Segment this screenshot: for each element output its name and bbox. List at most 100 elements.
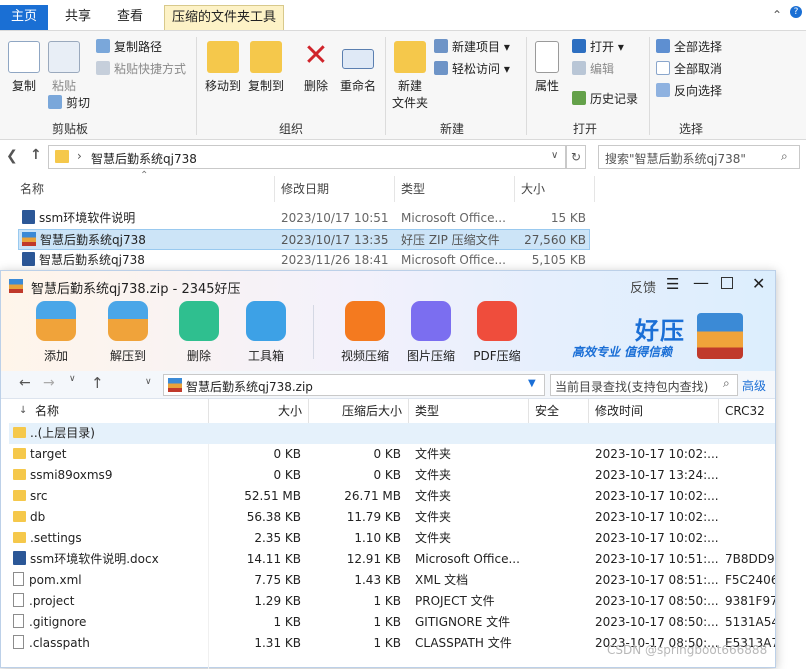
- zip-cell-size: 1 KB: [273, 615, 301, 629]
- zip-column-type[interactable]: 类型: [409, 399, 529, 423]
- extract-to-button[interactable]: 解压到: [96, 301, 160, 364]
- column-size[interactable]: 大小: [521, 180, 545, 197]
- image-compress-button[interactable]: 图片压缩: [399, 301, 463, 364]
- zip-column-size[interactable]: 大小: [209, 399, 309, 423]
- zip-row[interactable]: ssm环境软件说明.docx 14.11 KB 12.91 KB Microsoft …: [9, 549, 775, 570]
- delete-button[interactable]: ✕ 删除: [298, 41, 334, 94]
- new-item-icon: [434, 39, 448, 53]
- path-dropdown-icon[interactable]: ∨: [145, 377, 152, 387]
- zip-row[interactable]: pom.xml 7.75 KB 1.43 KB XML 文档 2023-10-17 08…: [9, 570, 775, 591]
- zip-row-parent-dir[interactable]: ..(上层目录): [9, 423, 775, 444]
- tab-compressed-tools[interactable]: 压缩的文件夹工具: [164, 5, 284, 30]
- select-none-button[interactable]: 全部取消: [656, 59, 722, 79]
- move-to-button[interactable]: 移动到: [203, 41, 243, 94]
- zip-column-crc32[interactable]: CRC32: [719, 399, 775, 423]
- zip-cell-type: 文件夹: [415, 531, 452, 545]
- invert-selection-button[interactable]: 反向选择: [656, 81, 722, 101]
- zip-column-packed[interactable]: 压缩后大小: [309, 399, 409, 423]
- add-button[interactable]: 添加: [24, 301, 88, 364]
- edit-button[interactable]: 编辑: [572, 59, 614, 79]
- forward-arrow-icon[interactable]: →: [43, 375, 55, 391]
- paste-shortcut-button[interactable]: 粘贴快捷方式: [96, 59, 186, 79]
- zip-cell-time: 2023-10-17 10:02:...: [595, 489, 719, 503]
- zip-column-name[interactable]: ↓ 名称: [9, 399, 209, 423]
- zip-column-modified[interactable]: 修改时间: [589, 399, 719, 423]
- path-combo-arrow-icon[interactable]: ▼: [528, 378, 536, 389]
- invert-selection-icon: [656, 83, 670, 97]
- refresh-icon[interactable]: ↻: [566, 145, 586, 169]
- video-compress-button[interactable]: 视频压缩: [333, 301, 397, 364]
- help-icon[interactable]: ?: [790, 6, 802, 18]
- tab-view[interactable]: 查看: [108, 5, 152, 30]
- file-row[interactable]: ssm环境软件说明 2023/10/17 10:51 Microsoft Off…: [18, 208, 590, 229]
- zip-column-security[interactable]: 安全: [529, 399, 589, 423]
- column-date[interactable]: 修改日期: [281, 180, 329, 197]
- zip-path: 智慧后勤系统qj738.zip: [186, 380, 313, 394]
- zip-cell-packed: 12.91 KB: [346, 552, 401, 566]
- ribbon-tabs: 主页 共享 查看 压缩的文件夹工具 ⌃ ?: [0, 0, 806, 30]
- easy-access-button[interactable]: 轻松访问 ▾: [434, 59, 510, 79]
- properties-button[interactable]: 属性: [530, 41, 564, 94]
- copy-path-icon: [96, 39, 110, 53]
- select-all-button[interactable]: 全部选择: [656, 37, 722, 57]
- cut-button[interactable]: 剪切: [48, 93, 90, 113]
- delete-files-button[interactable]: 删除: [167, 301, 231, 364]
- zip-cell-type: 文件夹: [415, 447, 452, 461]
- zip-row[interactable]: .gitignore 1 KB 1 KB GITIGNORE 文件 2023-10-17…: [9, 612, 775, 633]
- search-icon[interactable]: ⌕: [723, 376, 730, 391]
- toolbox-button[interactable]: 工具箱: [234, 301, 298, 364]
- divider: [196, 37, 197, 135]
- file-row[interactable]: 智慧后勤系统qj738 2023/11/26 18:41 Microsoft O…: [18, 250, 590, 271]
- zip-row[interactable]: target 0 KB 0 KB 文件夹 2023-10-17 10:02:...: [9, 444, 775, 465]
- up-arrow-icon[interactable]: ↑: [30, 147, 42, 163]
- up-arrow-icon[interactable]: ↑: [91, 374, 104, 392]
- zip-cell-type: XML 文档: [415, 573, 469, 587]
- history-dropdown-icon[interactable]: ∨: [69, 374, 76, 384]
- maximize-icon[interactable]: [721, 277, 733, 289]
- back-arrow-icon[interactable]: ←: [19, 375, 31, 391]
- zip-row[interactable]: db 56.38 KB 11.79 KB 文件夹 2023-10-17 10:02:..…: [9, 507, 775, 528]
- feedback-link[interactable]: 反馈: [630, 277, 656, 296]
- zip-path-field[interactable]: 智慧后勤系统qj738.zip ▼: [163, 374, 545, 396]
- address-dropdown-icon[interactable]: ∨: [551, 150, 558, 161]
- search-box[interactable]: 搜索"智慧后勤系统qj738" ⌕: [598, 145, 800, 169]
- open-button[interactable]: 打开 ▾: [572, 37, 624, 57]
- address-field[interactable]: › 智慧后勤系统qj738 ∨: [48, 145, 566, 169]
- tab-home[interactable]: 主页: [0, 5, 48, 30]
- search-icon[interactable]: ⌕: [781, 149, 788, 164]
- column-divider: [594, 176, 595, 202]
- rename-button[interactable]: 重命名: [336, 41, 380, 94]
- history-button[interactable]: 历史记录: [572, 89, 638, 109]
- tab-share[interactable]: 共享: [56, 5, 100, 30]
- minimize-icon[interactable]: —: [693, 273, 709, 292]
- copy-path-button[interactable]: 复制路径: [96, 37, 162, 57]
- edit-icon: [572, 61, 586, 75]
- column-type[interactable]: 类型: [401, 180, 425, 197]
- new-item-button[interactable]: 新建项目 ▾: [434, 37, 510, 57]
- zip-row[interactable]: .project 1.29 KB 1 KB PROJECT 文件 2023-10-17 …: [9, 591, 775, 612]
- recycle-bin-icon: [179, 301, 219, 341]
- file-name: 智慧后勤系统qj738: [22, 230, 146, 251]
- new-folder-button[interactable]: 新建 文件夹: [390, 41, 430, 111]
- ribbon-collapse-icon[interactable]: ⌃: [772, 8, 782, 22]
- file-row-selected[interactable]: 智慧后勤系统qj738 2023/10/17 13:35 好压 ZIP 压缩文件…: [18, 229, 590, 250]
- pdf-compress-button[interactable]: PDF压缩: [465, 301, 529, 364]
- close-icon[interactable]: ✕: [752, 274, 765, 293]
- file-type: 好压 ZIP 压缩文件: [401, 233, 500, 247]
- zip-cell-size: 52.51 MB: [244, 489, 301, 503]
- zip-row[interactable]: .settings 2.35 KB 1.10 KB 文件夹 2023-10-17 10:…: [9, 528, 775, 549]
- zip-cell-type: 文件夹: [415, 510, 452, 524]
- word-doc-icon: [13, 551, 26, 565]
- history-label: 历史记录: [590, 92, 639, 106]
- back-arrow-icon[interactable]: ❮: [6, 148, 18, 164]
- zip-row[interactable]: ssmi89oxms9 0 KB 0 KB 文件夹 2023-10-17 13:24:.…: [9, 465, 775, 486]
- menu-icon[interactable]: ☰: [666, 275, 679, 293]
- paste-button[interactable]: 粘贴: [46, 41, 82, 94]
- copy-button[interactable]: 复制: [6, 41, 42, 94]
- zip-search-box[interactable]: 当前目录查找(支持包内查找) ⌕: [550, 374, 738, 396]
- zip-row[interactable]: src 52.51 MB 26.71 MB 文件夹 2023-10-17 10:02:.…: [9, 486, 775, 507]
- column-name[interactable]: 名称: [20, 180, 44, 197]
- copy-to-button[interactable]: 复制到: [246, 41, 286, 94]
- add-label: 添加: [43, 349, 68, 363]
- advanced-search-link[interactable]: 高级: [742, 377, 766, 394]
